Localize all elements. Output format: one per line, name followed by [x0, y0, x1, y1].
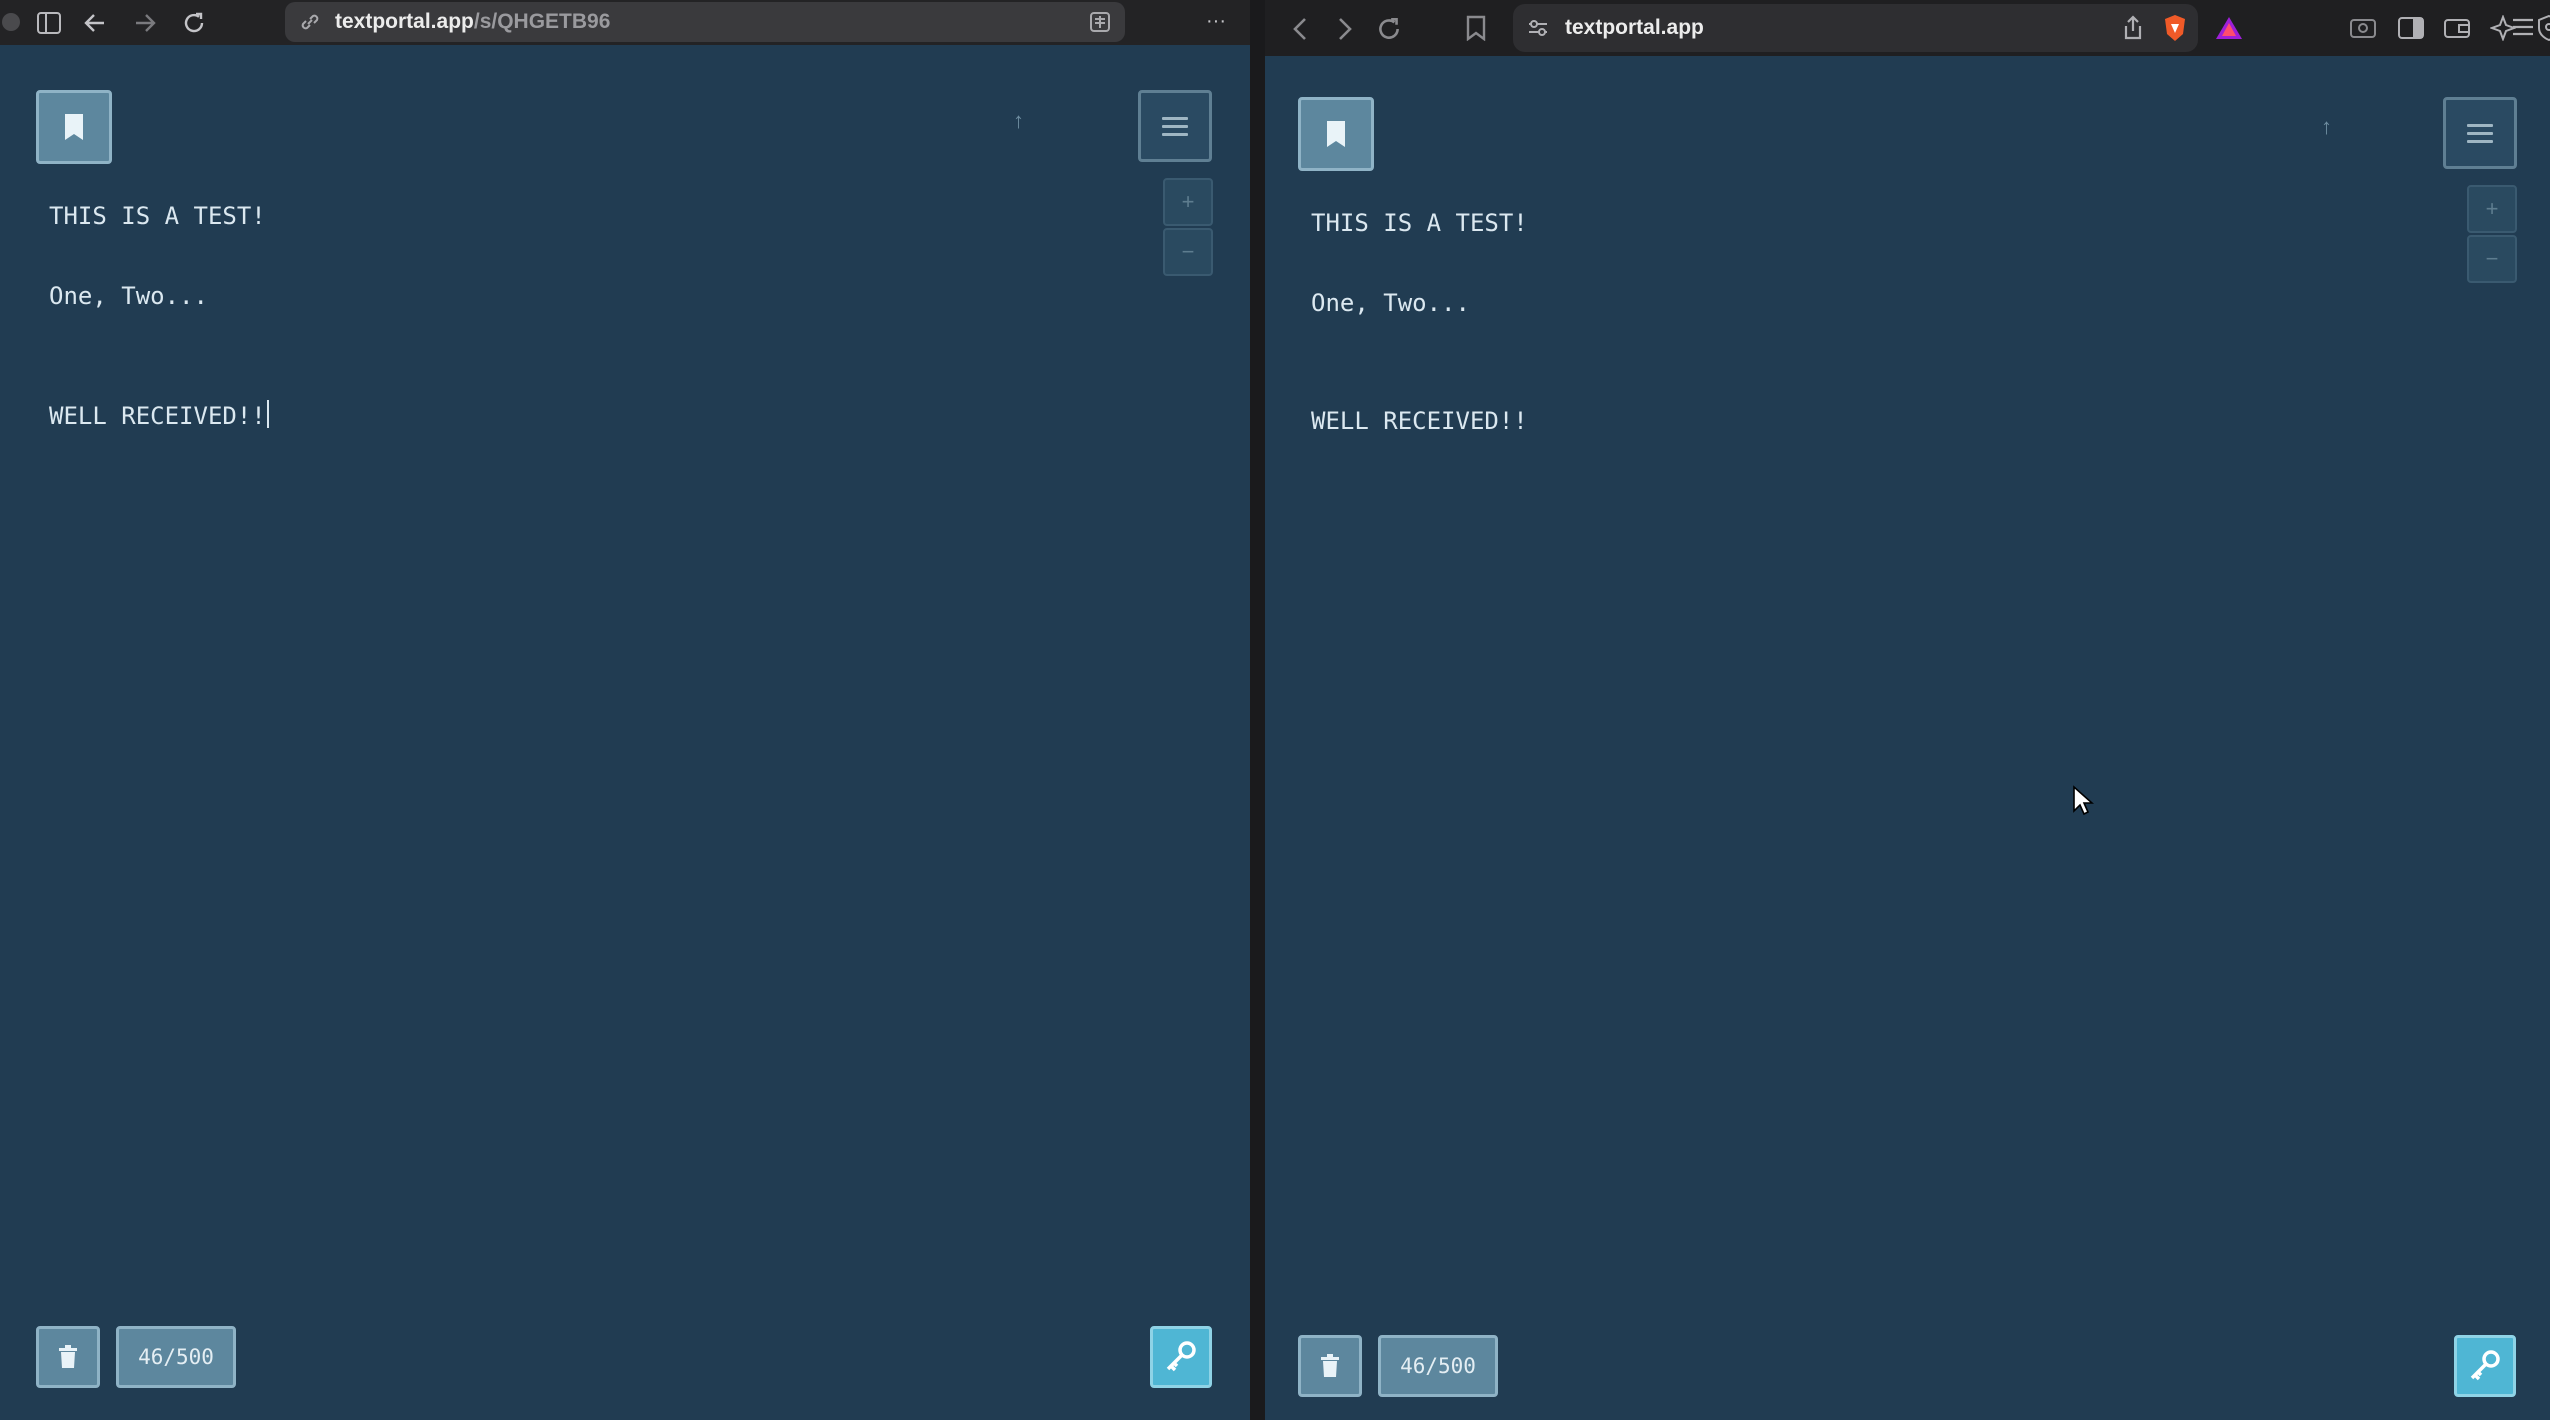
bookmark-icon [65, 114, 83, 140]
scroll-top-icon[interactable]: ↑ [2321, 114, 2332, 140]
note-line: One, Two... [1311, 289, 1470, 317]
scroll-top-icon[interactable]: ↑ [1013, 108, 1024, 134]
zoom-in-button[interactable]: + [1163, 178, 1213, 226]
key-button[interactable] [1150, 1326, 1212, 1388]
bookmark-button[interactable] [36, 90, 112, 164]
key-button[interactable] [2454, 1335, 2516, 1397]
share-icon[interactable] [2122, 15, 2144, 41]
hamburger-icon [1162, 112, 1188, 141]
back-icon[interactable] [1285, 14, 1315, 44]
right-browser-toolbar: textportal.app [1265, 0, 2550, 56]
brave-shield-icon[interactable] [2162, 14, 2188, 42]
traffic-light-icon[interactable] [2, 13, 20, 31]
sidebar-icon[interactable] [2395, 13, 2427, 43]
reader-mode-icon[interactable] [1089, 11, 1111, 33]
url-path: /s/QHGETB96 [473, 10, 611, 33]
trash-icon [1321, 1354, 1339, 1377]
note-line-last: WELL RECEIVED!! [49, 400, 269, 431]
left-browser-toolbar: textportal.app/s/QHGETB96 ··· [0, 0, 1250, 45]
wallet-icon[interactable] [2441, 13, 2473, 43]
delete-button[interactable] [1298, 1335, 1362, 1397]
note-line: WELL RECEIVED!! [1311, 407, 1528, 435]
url-host: textportal.app [335, 10, 474, 33]
menu-button[interactable] [1138, 90, 1212, 162]
mouse-cursor-icon [2073, 785, 2094, 816]
zoom-in-button[interactable]: + [2467, 185, 2517, 233]
character-counter: 46/500 [116, 1326, 236, 1388]
zoom-out-button[interactable]: − [2467, 235, 2517, 283]
hamburger-icon [2467, 119, 2493, 148]
text-caret [266, 400, 269, 428]
back-icon[interactable] [80, 8, 110, 38]
address-bar[interactable]: textportal.app [1513, 4, 2198, 52]
url-host: textportal.app [1565, 16, 1704, 39]
window-divider [1250, 0, 1265, 1420]
menu-button[interactable] [2443, 97, 2517, 169]
bookmark-page-icon[interactable] [1461, 13, 1491, 43]
sidebar-toggle-icon[interactable] [34, 8, 64, 38]
note-editor[interactable]: THIS IS A TEST! One, Two... WELL RECEIVE… [49, 202, 1099, 602]
character-counter: 46/500 [1378, 1335, 1498, 1397]
key-icon [1166, 1341, 1196, 1372]
more-menu-icon[interactable]: ··· [1198, 6, 1234, 36]
zoom-out-button[interactable]: − [1163, 228, 1213, 276]
screenshot-icon[interactable] [2347, 13, 2379, 43]
right-note-app: ↑ + − THIS IS A TEST! One, Two... WELL R… [1265, 56, 2550, 1420]
trash-icon [59, 1345, 77, 1368]
delete-button[interactable] [36, 1326, 100, 1388]
rewards-icon[interactable] [2213, 12, 2245, 44]
left-browser-window: textportal.app/s/QHGETB96 ··· ↑ + − THIS… [0, 0, 1250, 1420]
key-icon [2470, 1350, 2500, 1381]
link-icon [299, 11, 321, 33]
forward-icon[interactable] [130, 8, 160, 38]
right-browser-window: textportal.app ↑ + − THIS IS A TEST! One… [1265, 0, 2550, 1420]
bookmark-icon [1327, 121, 1345, 147]
left-note-app: ↑ + − THIS IS A TEST! One, Two... WELL R… [0, 45, 1250, 1420]
note-line: One, Two... [49, 282, 208, 310]
reload-icon[interactable] [1372, 12, 1406, 46]
note-line: THIS IS A TEST! [1311, 209, 1528, 237]
site-settings-icon [1527, 18, 1549, 38]
browser-menu-icon[interactable] [2508, 12, 2538, 42]
forward-icon[interactable] [1330, 14, 1360, 44]
reload-icon[interactable] [178, 7, 210, 39]
note-line: THIS IS A TEST! [49, 202, 266, 230]
note-editor[interactable]: THIS IS A TEST! One, Two... WELL RECEIVE… [1311, 209, 2361, 609]
bookmark-button[interactable] [1298, 97, 1374, 171]
address-bar[interactable]: textportal.app/s/QHGETB96 [285, 2, 1125, 42]
